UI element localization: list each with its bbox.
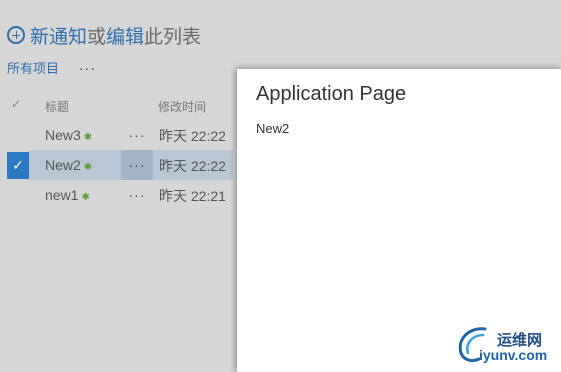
view-bar: 所有项目 ··· (7, 58, 96, 77)
row-title-link[interactable]: New2 ✱ (45, 157, 92, 173)
dialog-title: Application Page (256, 83, 407, 105)
or-text: 或 (87, 26, 107, 48)
row-title-text[interactable]: New2 (45, 157, 81, 173)
row-modified-time: 昨天 22:22 (159, 158, 226, 174)
select-all-check-icon[interactable]: ✓ (11, 97, 21, 111)
view-more-ellipsis-icon[interactable]: ··· (79, 60, 96, 76)
new-item-command[interactable]: 新通知 或 编辑 此列表 (7, 22, 201, 48)
add-circle-icon (7, 26, 25, 44)
row-select-checkbox[interactable] (7, 122, 29, 149)
list-row-new1[interactable]: new1 ✱ ··· 昨天 22:21 (0, 180, 240, 210)
new-item-badge-icon: ✱ (81, 192, 90, 203)
row-menu-ellipsis-icon[interactable]: ··· (121, 180, 153, 210)
watermark-en-text: iyunv.com (479, 347, 548, 363)
row-modified-time: 昨天 22:21 (159, 188, 226, 204)
new-item-badge-icon: ✱ (83, 132, 93, 143)
list-row-new2[interactable]: ✓ New2 ✱ ··· 昨天 22:22 (0, 150, 240, 180)
row-title-link[interactable]: new1 ✱ (45, 187, 90, 203)
row-title-text[interactable]: new1 (45, 187, 78, 203)
row-title-text[interactable]: New3 (45, 127, 81, 143)
list-header-row: ✓ 标题 修改时间 (0, 92, 240, 118)
edit-link[interactable]: 编辑 (106, 22, 144, 49)
row-select-checkbox-checked[interactable]: ✓ (7, 152, 29, 179)
row-menu-ellipsis-icon[interactable]: ··· (121, 120, 153, 150)
list-row-new3[interactable]: New3 ✱ ··· 昨天 22:22 (0, 120, 240, 150)
view-selector-all-items[interactable]: 所有项目 (7, 58, 59, 77)
row-menu-ellipsis-icon[interactable]: ··· (121, 150, 153, 180)
this-list-text: 此列表 (144, 26, 202, 48)
column-header-title[interactable]: 标题 (45, 98, 69, 115)
new-item-badge-icon: ✱ (83, 162, 93, 173)
site-watermark-logo: 运维网 iyunv.com (455, 321, 559, 369)
row-select-checkbox[interactable] (7, 182, 29, 209)
row-modified-time: 昨天 22:22 (159, 128, 226, 144)
new-item-link[interactable]: 新通知 (30, 22, 87, 49)
dialog-body-text: New2 (256, 121, 290, 136)
row-title-link[interactable]: New3 ✱ (45, 127, 92, 143)
column-header-modified[interactable]: 修改时间 (158, 98, 206, 115)
